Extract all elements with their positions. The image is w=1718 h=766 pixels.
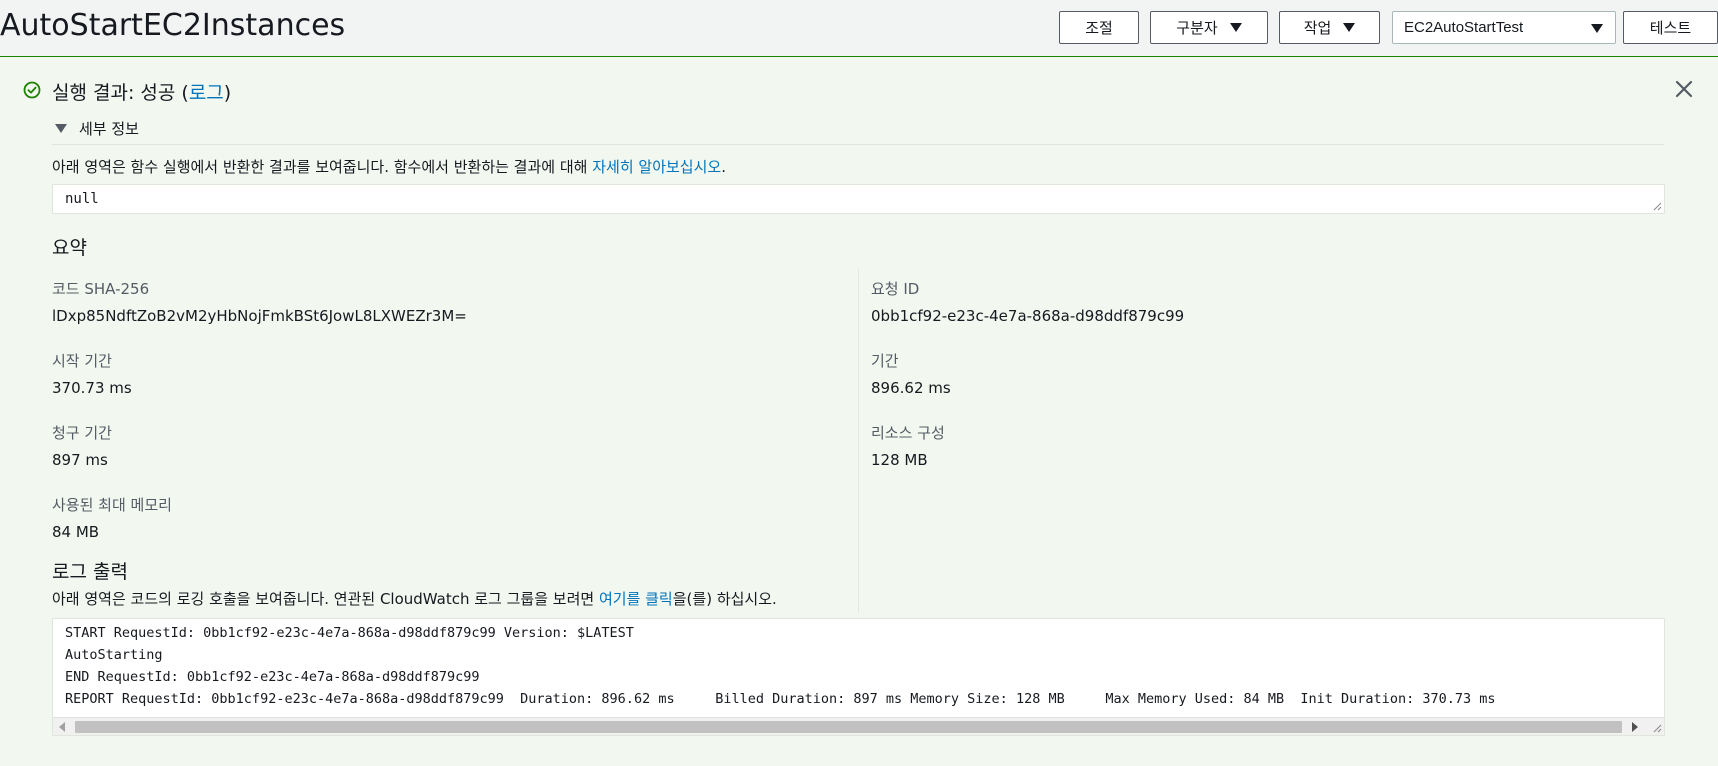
caret-down-icon [1591, 24, 1603, 33]
close-icon[interactable] [1673, 78, 1695, 100]
throttle-button[interactable]: 조절 [1059, 11, 1139, 44]
details-toggle[interactable]: 세부 정보 [55, 117, 139, 139]
billed-duration-value: 897 ms [52, 451, 108, 469]
log-output-description: 아래 영역은 코드의 로깅 호출을 보여줍니다. 연관된 CloudWatch … [52, 589, 777, 609]
qualifiers-dropdown-button[interactable]: 구분자 [1150, 11, 1268, 44]
log-output-heading: 로그 출력 [52, 561, 128, 583]
actions-dropdown-button[interactable]: 작업 [1279, 11, 1380, 44]
resources-configured-value: 128 MB [871, 451, 928, 469]
resize-handle-icon[interactable] [1652, 723, 1662, 733]
summary-column-divider [858, 269, 859, 613]
result-status-text: 실행 결과: 성공 ( [52, 82, 189, 104]
test-button[interactable]: 테스트 [1623, 11, 1718, 44]
log-link[interactable]: 로그 [189, 82, 224, 104]
caret-down-icon [1229, 23, 1242, 32]
scrollbar-thumb[interactable] [75, 721, 1622, 733]
max-memory-used-value: 84 MB [52, 523, 100, 541]
request-id-value: 0bb1cf92-e23c-4e7a-868a-d98ddf879c99 [871, 307, 1185, 325]
scroll-left-arrow-icon[interactable] [59, 722, 65, 732]
log-line: AutoStarting [65, 647, 163, 663]
function-name-title: AutoStartEC2Instances [0, 8, 346, 43]
caret-down-icon [55, 123, 67, 133]
horizontal-scrollbar[interactable] [53, 717, 1664, 735]
return-desc-suffix: . [721, 158, 726, 176]
return-value-text: null [65, 191, 99, 207]
log-desc-suffix: 을(를) 하십시오. [672, 590, 777, 608]
max-memory-used-label: 사용된 최대 메모리 [52, 496, 172, 514]
init-duration-value: 370.73 ms [52, 379, 132, 397]
scroll-right-arrow-icon[interactable] [1632, 722, 1638, 732]
log-line: START RequestId: 0bb1cf92-e23c-4e7a-868a… [65, 625, 634, 641]
log-line: REPORT RequestId: 0bb1cf92-e23c-4e7a-868… [65, 691, 1496, 707]
function-header: AutoStartEC2Instances 조절 구분자 작업 EC2AutoS… [0, 0, 1718, 56]
duration-label: 기간 [871, 352, 899, 370]
execution-result-panel: 실행 결과: 성공 (로그) 세부 정보 아래 영역은 함수 실행에서 반환한 … [0, 56, 1718, 766]
return-desc-text: 아래 영역은 함수 실행에서 반환한 결과를 보여줍니다. 함수에서 반환하는 … [52, 158, 593, 176]
code-sha256-label: 코드 SHA-256 [52, 280, 150, 298]
learn-more-link[interactable]: 자세히 알아보십시오 [592, 158, 721, 176]
cloudwatch-log-group-link[interactable]: 여기를 클릭 [599, 590, 673, 608]
qualifiers-button-label: 구분자 [1176, 19, 1218, 37]
resize-handle-icon[interactable] [1652, 201, 1662, 211]
log-line: END RequestId: 0bb1cf92-e23c-4e7a-868a-d… [65, 669, 480, 685]
log-desc-text: 아래 영역은 코드의 로깅 호출을 보여줍니다. 연관된 CloudWatch … [52, 590, 599, 608]
resources-configured-label: 리소스 구성 [871, 424, 945, 442]
result-title-suffix: ) [223, 82, 232, 104]
throttle-button-label: 조절 [1085, 19, 1113, 37]
caret-down-icon [1343, 23, 1356, 32]
actions-button-label: 작업 [1303, 19, 1332, 37]
request-id-label: 요청 ID [871, 280, 920, 298]
summary-heading: 요약 [52, 237, 87, 259]
test-event-selected-value: EC2AutoStartTest [1404, 19, 1524, 36]
divider [52, 144, 1664, 145]
return-value-description: 아래 영역은 함수 실행에서 반환한 결과를 보여줍니다. 함수에서 반환하는 … [52, 157, 726, 177]
test-button-label: 테스트 [1649, 19, 1692, 37]
check-circle-icon [23, 81, 41, 99]
init-duration-label: 시작 기간 [52, 352, 112, 370]
return-value-box[interactable]: null [52, 184, 1665, 214]
details-toggle-label: 세부 정보 [79, 119, 139, 138]
execution-result-title: 실행 결과: 성공 (로그) [52, 80, 231, 106]
billed-duration-label: 청구 기간 [52, 424, 112, 442]
code-sha256-value: lDxp85NdftZoB2vM2yHbNojFmkBSt6JowL8LXWEZ… [52, 307, 467, 325]
log-output-box[interactable]: START RequestId: 0bb1cf92-e23c-4e7a-868a… [52, 618, 1665, 736]
duration-value: 896.62 ms [871, 379, 951, 397]
test-event-select[interactable]: EC2AutoStartTest [1392, 11, 1616, 44]
